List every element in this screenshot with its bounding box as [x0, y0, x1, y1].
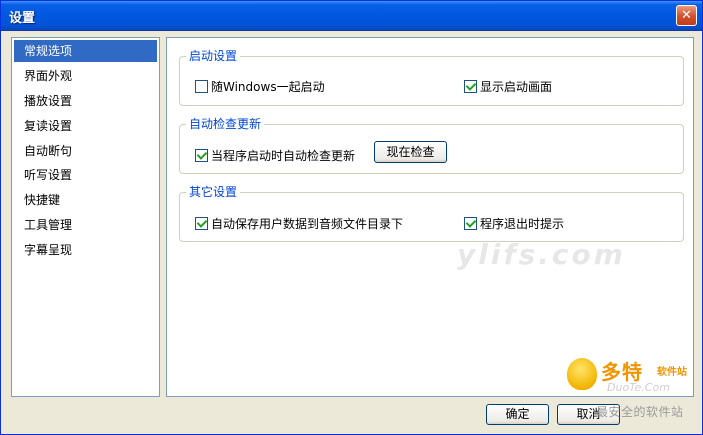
- show-splash-box[interactable]: [464, 80, 477, 93]
- sidebar-item-dictation[interactable]: 听写设置: [14, 164, 157, 186]
- sidebar-item-appearance[interactable]: 界面外观: [14, 65, 157, 87]
- mascot-icon: [567, 358, 597, 390]
- exit-prompt-checkbox[interactable]: 程序退出时提示: [464, 215, 564, 232]
- auto-save-label: 自动保存用户数据到音频文件目录下: [211, 217, 404, 231]
- start-with-windows-box[interactable]: [195, 80, 208, 93]
- window-title: 设置: [9, 11, 36, 26]
- settings-panel: 启动设置 随Windows一起启动 显示启动画面 自动检查更新 当程序启动时自动…: [166, 37, 694, 397]
- footer-watermark: 最安全的软件站: [596, 405, 684, 419]
- sidebar-item-subtitles[interactable]: 字幕呈现: [14, 239, 157, 261]
- sidebar-item-playback[interactable]: 播放设置: [14, 90, 157, 112]
- show-splash-label: 显示启动画面: [480, 80, 553, 94]
- duote-brand-sub: 软件站: [657, 367, 687, 378]
- other-group-title: 其它设置: [186, 184, 241, 200]
- ok-button[interactable]: 确定: [486, 404, 549, 425]
- auto-update-checkbox[interactable]: 当程序启动时自动检查更新: [195, 147, 355, 164]
- sidebar-item-shortcuts[interactable]: 快捷键: [14, 189, 157, 211]
- startup-group-title: 启动设置: [186, 48, 241, 64]
- exit-prompt-box[interactable]: [464, 217, 477, 230]
- auto-update-box[interactable]: [195, 149, 208, 162]
- check-now-button[interactable]: 现在检查: [374, 141, 447, 163]
- update-group: 自动检查更新 当程序启动时自动检查更新 现在检查: [179, 116, 684, 174]
- duote-logo-watermark: 多特 软件站 DuoTe.Com: [567, 356, 695, 398]
- auto-update-label: 当程序启动时自动检查更新: [211, 149, 356, 163]
- close-icon: ✕: [681, 8, 692, 23]
- sidebar-item-tools[interactable]: 工具管理: [14, 214, 157, 236]
- sidebar-item-repeat[interactable]: 复读设置: [14, 115, 157, 137]
- show-splash-checkbox[interactable]: 显示启动画面: [464, 78, 552, 95]
- duote-url-text: DuoTe.Com: [607, 381, 670, 394]
- start-with-windows-checkbox[interactable]: 随Windows一起启动: [195, 78, 325, 95]
- other-group: 其它设置 自动保存用户数据到音频文件目录下 程序退出时提示: [179, 184, 684, 242]
- start-with-windows-label: 随Windows一起启动: [211, 80, 325, 94]
- site-watermark: ylifs.com: [457, 238, 626, 271]
- exit-prompt-label: 程序退出时提示: [480, 217, 565, 231]
- auto-save-box[interactable]: [195, 217, 208, 230]
- close-button[interactable]: ✕: [676, 5, 697, 26]
- startup-group: 启动设置 随Windows一起启动 显示启动画面: [179, 48, 684, 106]
- settings-category-list: 常规选项 界面外观 播放设置 复读设置 自动断句 听写设置 快捷键 工具管理 字…: [11, 37, 160, 397]
- sidebar-item-general[interactable]: 常规选项: [14, 40, 157, 62]
- sidebar-item-auto-segment[interactable]: 自动断句: [14, 140, 157, 162]
- title-bar[interactable]: 设置 ✕: [1, 1, 702, 31]
- settings-dialog: 设置 ✕ 常规选项 界面外观 播放设置 复读设置 自动断句 听写设置 快捷键 工…: [0, 0, 703, 435]
- auto-save-checkbox[interactable]: 自动保存用户数据到音频文件目录下: [195, 215, 403, 232]
- update-group-title: 自动检查更新: [186, 116, 265, 132]
